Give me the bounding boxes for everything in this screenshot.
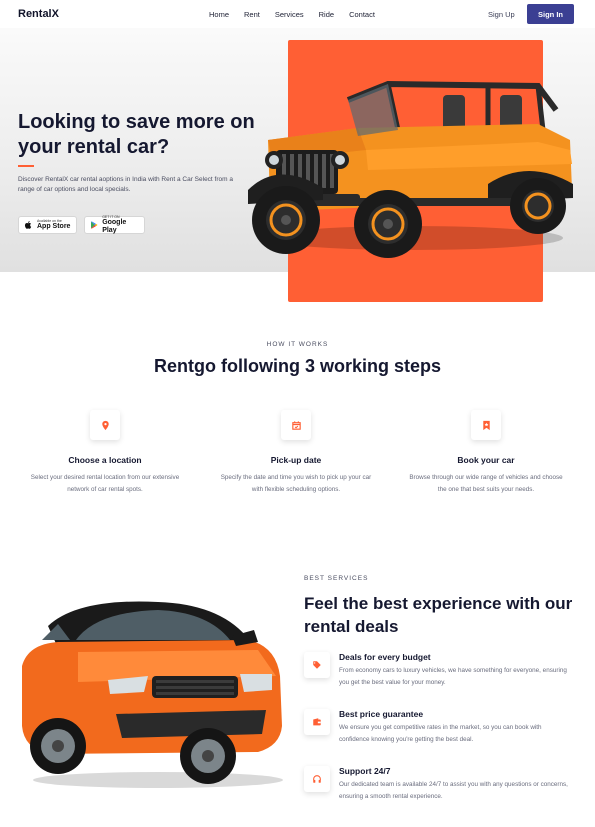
step-description: Select your desired rental location from… bbox=[30, 474, 180, 493]
location-pin-icon bbox=[90, 410, 120, 440]
google-play-button[interactable]: GET IT ON Google Play bbox=[84, 215, 145, 234]
step-description: Specify the date and time you wish to pi… bbox=[220, 474, 372, 493]
hero-description: Discover RentalX car rental aoptions in … bbox=[18, 176, 233, 193]
wallet-icon bbox=[304, 709, 330, 735]
calendar-check-icon bbox=[281, 410, 311, 440]
main-menu: Home Rent Services Ride Contact bbox=[209, 10, 375, 19]
google-play-icon bbox=[91, 221, 98, 229]
top-navbar: RentalX Home Rent Services Ride Contact … bbox=[0, 0, 595, 30]
logo[interactable]: RentalX bbox=[18, 8, 59, 20]
jeep-image bbox=[248, 80, 573, 258]
step-title: Choose a location bbox=[68, 455, 142, 465]
range-rover-image bbox=[22, 601, 283, 788]
google-play-label: Google Play bbox=[102, 219, 127, 234]
step-description: Browse through our wide range of vehicle… bbox=[409, 474, 563, 493]
best-services-kicker: BEST SERVICES bbox=[304, 575, 369, 582]
app-store-label: App Store bbox=[37, 223, 71, 230]
nav-link-rent[interactable]: Rent bbox=[244, 10, 260, 19]
step-title: Pick-up date bbox=[270, 455, 322, 465]
feature-description: We ensure you get competitive rates in t… bbox=[339, 724, 542, 743]
nav-link-contact[interactable]: Contact bbox=[349, 10, 375, 19]
tag-icon bbox=[304, 652, 330, 678]
how-it-works-title: Rentgo following 3 working steps bbox=[153, 356, 441, 376]
feature-title: Best price guarantee bbox=[339, 709, 424, 719]
headphones-icon bbox=[304, 766, 330, 792]
signup-link[interactable]: Sign Up bbox=[488, 10, 515, 19]
step-card: Choose a location Select your desired re… bbox=[10, 410, 200, 496]
hero-title: Looking to save more on your rental car? bbox=[18, 111, 255, 158]
step-title: Book your car bbox=[457, 455, 515, 465]
feature-title: Support 24/7 bbox=[339, 766, 391, 776]
feature-title: Deals for every budget bbox=[339, 652, 431, 662]
step-card: Pick-up date Specify the date and time y… bbox=[201, 410, 391, 496]
apple-icon bbox=[24, 221, 32, 229]
bookmark-star-icon bbox=[471, 410, 501, 440]
best-services-title: Feel the best experience with our rental… bbox=[304, 594, 573, 636]
nav-link-home[interactable]: Home bbox=[209, 10, 229, 19]
hero-divider bbox=[18, 165, 34, 167]
nav-link-services[interactable]: Services bbox=[275, 10, 304, 19]
how-it-works-kicker: HOW IT WORKS bbox=[266, 341, 329, 348]
signin-button[interactable]: Sign In bbox=[527, 4, 574, 24]
feature-description: Our dedicated team is available 24/7 to … bbox=[339, 781, 568, 800]
nav-link-ride[interactable]: Ride bbox=[319, 10, 334, 19]
app-store-button[interactable]: Available on the App Store bbox=[18, 216, 77, 234]
step-card: Book your car Browse through our wide ra… bbox=[391, 410, 581, 496]
feature-description: From economy cars to luxury vehicles, we… bbox=[339, 667, 567, 686]
